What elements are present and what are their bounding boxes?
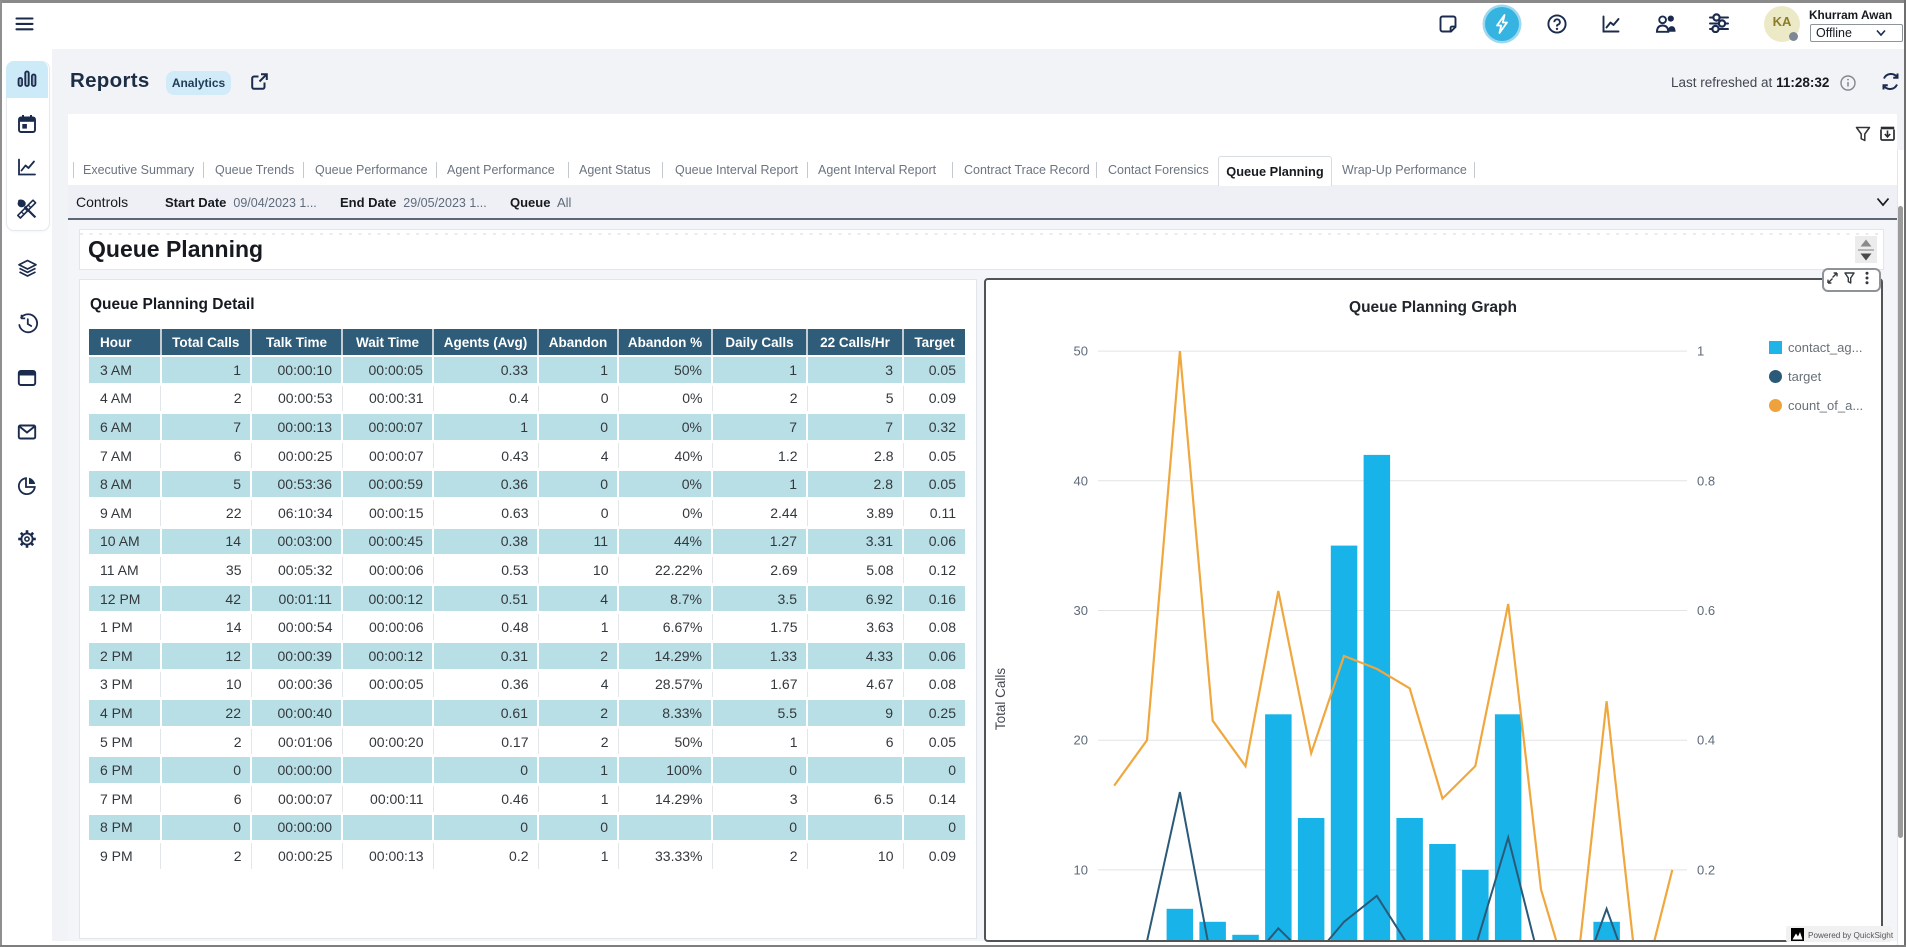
svg-text:contact_ag...: contact_ag... (1788, 340, 1862, 355)
svg-text:count_of_a...: count_of_a... (1788, 398, 1863, 413)
svg-text:0.8: 0.8 (1697, 473, 1715, 488)
svg-text:10: 10 (1074, 862, 1088, 877)
svg-text:30: 30 (1074, 603, 1088, 618)
svg-text:50: 50 (1074, 344, 1088, 359)
svg-text:target: target (1788, 369, 1822, 384)
svg-text:0.4: 0.4 (1697, 733, 1715, 748)
svg-text:20: 20 (1074, 733, 1088, 748)
svg-text:40: 40 (1074, 473, 1088, 488)
svg-text:1: 1 (1697, 344, 1704, 359)
svg-text:0.2: 0.2 (1697, 862, 1715, 877)
svg-text:Total Calls: Total Calls (993, 668, 1008, 731)
svg-text:Queue Planning Graph: Queue Planning Graph (1349, 299, 1517, 316)
svg-text:0.6: 0.6 (1697, 603, 1715, 618)
